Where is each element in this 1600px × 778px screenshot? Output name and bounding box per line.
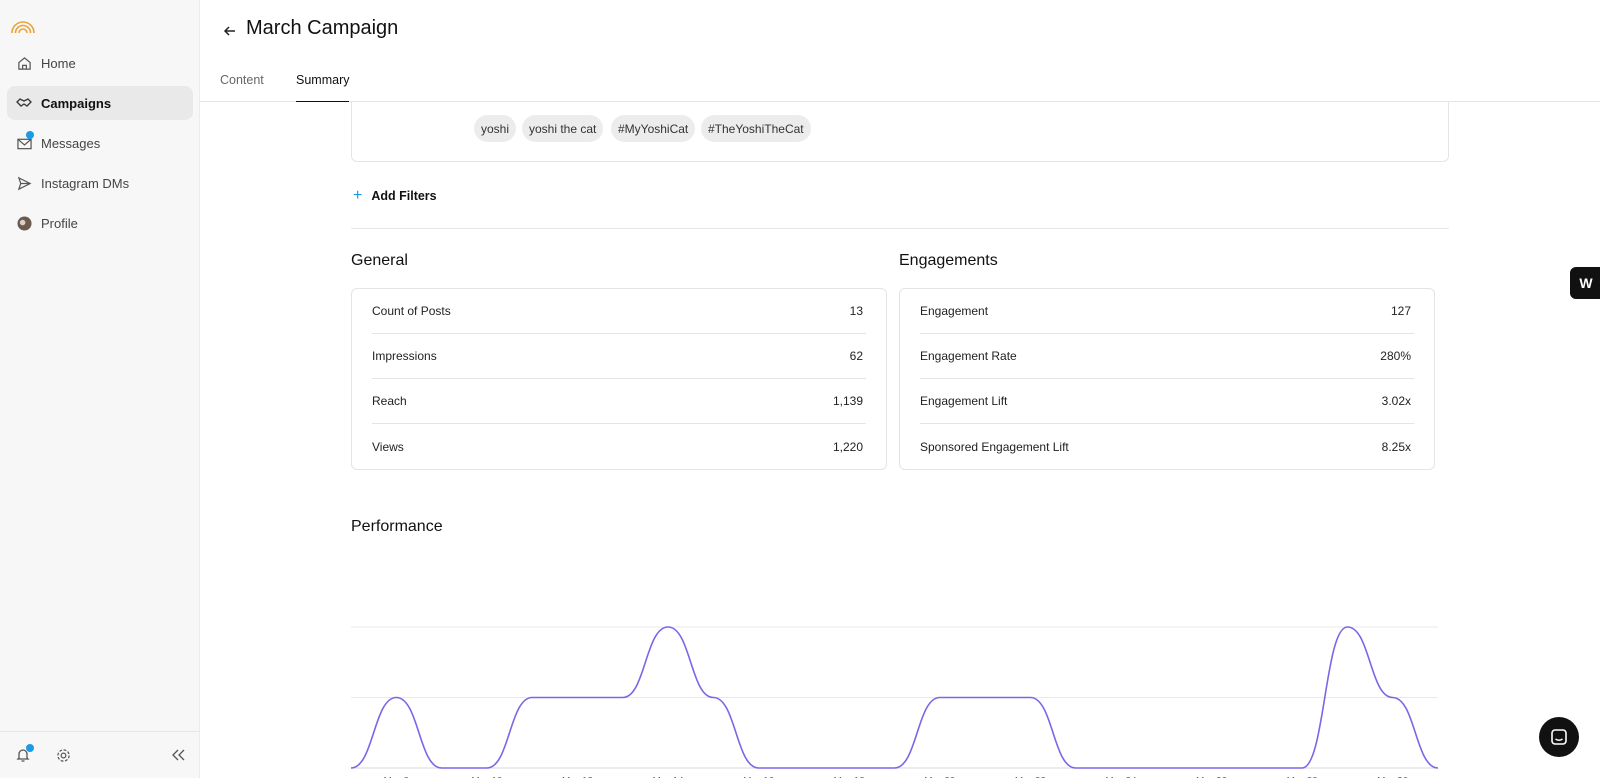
tag-chip[interactable]: #TheYoshiTheCat	[701, 115, 811, 142]
gear-icon[interactable]	[54, 746, 72, 764]
sidebar-item-instagram-dms[interactable]: Instagram DMs	[7, 166, 193, 200]
sidebar-item-home[interactable]: Home	[7, 46, 193, 80]
add-filters-button[interactable]: + Add Filters	[353, 187, 437, 205]
stat-label: Impressions	[372, 349, 437, 363]
stat-label: Views	[372, 439, 404, 454]
stat-value: 13	[849, 304, 863, 318]
sidebar-item-campaigns[interactable]: Campaigns	[7, 86, 193, 120]
collapse-icon[interactable]	[170, 746, 188, 764]
keywords-card: yoshi yoshi the cat #MyYoshiCat #TheYosh…	[351, 101, 1449, 162]
avatar	[16, 215, 32, 231]
tag-chip[interactable]: yoshi the cat	[522, 115, 604, 142]
stat-row: Engagement 127	[920, 289, 1414, 334]
page-header: March Campaign Content Summary	[200, 0, 1600, 102]
sidebar-item-profile[interactable]: Profile	[7, 206, 193, 240]
plus-icon: +	[353, 187, 363, 204]
stat-value: 8.25x	[1381, 439, 1411, 454]
stat-row: Engagement Lift 3.02x	[920, 379, 1414, 424]
performance-chart: Mar 8Mar 10Mar 12Mar 14Mar 16Mar 18Mar 2…	[351, 626, 1438, 778]
sidebar-item-label: Profile	[41, 215, 78, 231]
performance-title: Performance	[351, 518, 443, 535]
general-title: General	[351, 252, 408, 269]
home-icon	[16, 55, 32, 71]
stat-row: Reach 1,139	[372, 379, 866, 424]
sidebar-item-messages[interactable]: Messages	[7, 126, 193, 160]
sidebar-item-label: Home	[41, 55, 76, 71]
stat-label: Sponsored Engagement Lift	[920, 439, 1069, 454]
stat-label: Engagement	[920, 304, 989, 318]
engagements-card: Engagement 127 Engagement Rate 280% Enga…	[899, 288, 1435, 470]
stat-row: Engagement Rate 280%	[920, 334, 1414, 379]
stat-row: Sponsored Engagement Lift 8.25x	[920, 424, 1414, 469]
tab-summary[interactable]: Summary	[296, 73, 350, 102]
engagements-title: Engagements	[899, 252, 998, 269]
notification-dot	[26, 131, 34, 139]
stat-label: Engagement Rate	[920, 349, 1017, 363]
send-icon	[16, 175, 32, 191]
stat-row: Impressions 62	[372, 334, 866, 379]
tag-chip[interactable]: #MyYoshiCat	[611, 115, 696, 142]
stat-value: 127	[1390, 304, 1411, 318]
logo-icon[interactable]	[10, 12, 36, 34]
stat-value: 62	[849, 349, 863, 363]
stat-value: 280%	[1380, 349, 1411, 363]
sidebar-item-label: Campaigns	[41, 95, 112, 111]
back-arrow-icon[interactable]	[220, 21, 240, 41]
stat-label: Engagement Lift	[920, 394, 1008, 408]
tag-chip[interactable]: yoshi	[474, 115, 517, 142]
tab-content[interactable]: Content	[220, 73, 264, 102]
w-widget-button[interactable]: W	[1570, 267, 1600, 299]
chat-launcher-button[interactable]	[1539, 717, 1579, 757]
general-card: Count of Posts 13 Impressions 62 Reach 1…	[351, 288, 887, 470]
sidebar: Home Campaigns Messages Instagram DMs Pr…	[0, 0, 200, 778]
stat-row: Views 1,220	[372, 424, 866, 469]
handshake-icon	[16, 95, 32, 111]
notification-dot	[26, 744, 34, 752]
sidebar-item-label: Messages	[41, 135, 101, 151]
stat-value: 3.02x	[1381, 394, 1411, 408]
bell-icon[interactable]	[14, 744, 34, 764]
stat-row: Count of Posts 13	[372, 289, 866, 334]
add-filters-label: Add Filters	[371, 189, 437, 203]
page-title: March Campaign	[246, 17, 399, 39]
stat-label: Reach	[372, 394, 407, 408]
stat-value: 1,139	[832, 394, 863, 408]
mail-icon	[16, 131, 34, 151]
chat-icon	[1551, 729, 1567, 745]
sidebar-footer	[0, 731, 200, 778]
stat-value: 1,220	[832, 439, 863, 454]
stat-label: Count of Posts	[372, 304, 451, 318]
sidebar-item-label: Instagram DMs	[41, 175, 130, 191]
divider	[351, 228, 1449, 229]
